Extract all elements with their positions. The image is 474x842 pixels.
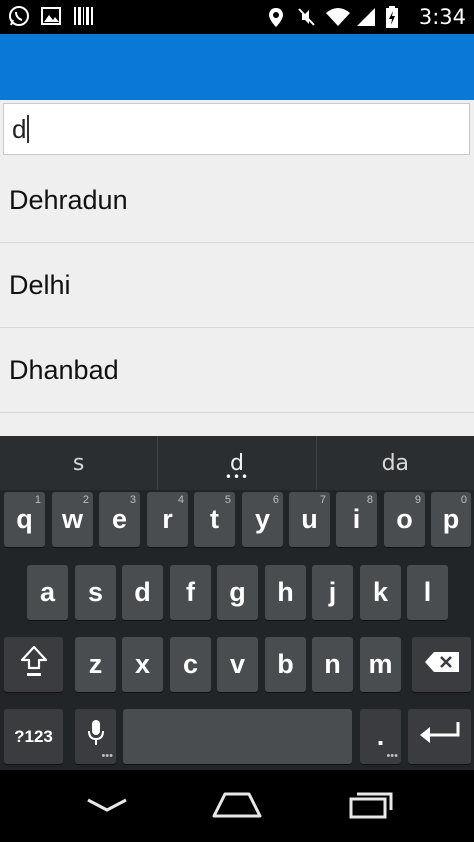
keyboard-suggestion-strip: s d ••• da [0, 436, 474, 490]
key-r[interactable]: r4 [147, 492, 188, 547]
key-z[interactable]: z [75, 637, 116, 692]
key-hint: 1 [34, 494, 41, 506]
key-label: r [162, 504, 173, 534]
key-hint: 6 [272, 494, 279, 506]
soft-keyboard: s d ••• da q1 w2 e3 r4 t5 y6 u7 i8 o9 p0… [0, 436, 474, 770]
backspace-key[interactable] [412, 637, 471, 692]
status-left-icons [8, 5, 94, 27]
key-hint: 3 [129, 494, 136, 506]
enter-icon [418, 720, 462, 753]
more-options-icon: ••• [101, 750, 113, 762]
key-label: o [396, 504, 413, 534]
key-m[interactable]: m [360, 637, 401, 692]
action-bar [0, 34, 474, 100]
text-cursor [27, 115, 30, 143]
status-right-icons: 3:34 [265, 4, 466, 30]
recent-apps-button[interactable] [342, 792, 398, 822]
key-label: q [16, 504, 33, 534]
keyboard-suggestion[interactable]: s [0, 436, 157, 490]
shift-icon [19, 644, 49, 685]
suggestion-item[interactable]: Delhi [0, 243, 474, 328]
keyboard-suggestion[interactable]: da [315, 436, 474, 490]
key-k[interactable]: k [360, 565, 401, 620]
key-label: i [352, 504, 361, 534]
key-hint: 2 [82, 494, 89, 506]
shift-key[interactable] [4, 637, 63, 692]
key-label: e [111, 504, 128, 534]
chevron-down-icon [85, 796, 129, 818]
suggestion-item[interactable]: Dehradun [0, 158, 474, 243]
home-button[interactable] [209, 792, 265, 822]
key-c[interactable]: c [170, 637, 211, 692]
whatsapp-icon [8, 5, 30, 27]
key-label: t [210, 504, 219, 534]
key-t[interactable]: t5 [194, 492, 235, 547]
key-hint: 0 [460, 494, 467, 506]
suggestion-item[interactable]: Dhanbad [0, 328, 474, 413]
key-e[interactable]: e3 [99, 492, 140, 547]
back-button[interactable] [79, 792, 135, 822]
voice-input-key[interactable]: ••• [75, 709, 116, 764]
key-hint: 4 [177, 494, 184, 506]
key-q[interactable]: q1 [4, 492, 45, 547]
enter-key[interactable] [408, 709, 471, 764]
key-s[interactable]: s [75, 565, 116, 620]
barcode-icon [72, 5, 94, 27]
recent-apps-icon [346, 791, 394, 823]
key-hint: 9 [414, 494, 421, 506]
more-punctuation-icon: ••• [386, 750, 398, 762]
key-w[interactable]: w2 [52, 492, 93, 547]
key-l[interactable]: l [407, 565, 448, 620]
key-x[interactable]: x [122, 637, 163, 692]
key-hint: 7 [319, 494, 326, 506]
image-icon [40, 5, 62, 27]
key-b[interactable]: b [265, 637, 306, 692]
key-d[interactable]: d [122, 565, 163, 620]
battery-icon [385, 6, 407, 28]
navigation-bar [0, 770, 474, 842]
key-label: p [442, 504, 460, 534]
key-a[interactable]: a [27, 565, 68, 620]
key-v[interactable]: v [217, 637, 258, 692]
signal-icon [355, 6, 377, 28]
period-key-label: . [376, 721, 385, 751]
suggestion-list: Dehradun Delhi Dhanbad [0, 158, 474, 413]
key-label: u [301, 504, 318, 534]
key-label: w [61, 504, 83, 534]
symbols-key[interactable]: ?123 [4, 709, 63, 764]
key-hint: 8 [366, 494, 373, 506]
key-o[interactable]: o9 [384, 492, 425, 547]
mute-icon [295, 6, 317, 28]
key-f[interactable]: f [170, 565, 211, 620]
key-label: y [254, 504, 271, 534]
keyboard-suggestion-primary[interactable]: d ••• [157, 436, 315, 490]
backspace-icon [424, 649, 460, 680]
key-u[interactable]: u7 [289, 492, 330, 547]
key-p[interactable]: p0 [431, 492, 471, 547]
space-key[interactable] [123, 709, 352, 764]
period-key[interactable]: . ••• [360, 709, 401, 764]
status-clock: 3:34 [418, 5, 466, 29]
search-input[interactable]: d [3, 103, 470, 155]
wifi-icon [325, 6, 350, 28]
key-hint: 5 [224, 494, 231, 506]
key-y[interactable]: y6 [242, 492, 283, 547]
more-suggestions-icon: ••• [224, 470, 250, 484]
key-i[interactable]: i8 [336, 492, 377, 547]
key-n[interactable]: n [312, 637, 353, 692]
home-icon [211, 791, 263, 823]
status-bar: 3:34 [0, 0, 474, 34]
search-input-value: d [12, 113, 27, 144]
content-area: d Dehradun Delhi Dhanbad [0, 100, 474, 436]
location-icon [265, 6, 287, 28]
key-g[interactable]: g [217, 565, 258, 620]
key-j[interactable]: j [312, 565, 353, 620]
key-h[interactable]: h [265, 565, 306, 620]
